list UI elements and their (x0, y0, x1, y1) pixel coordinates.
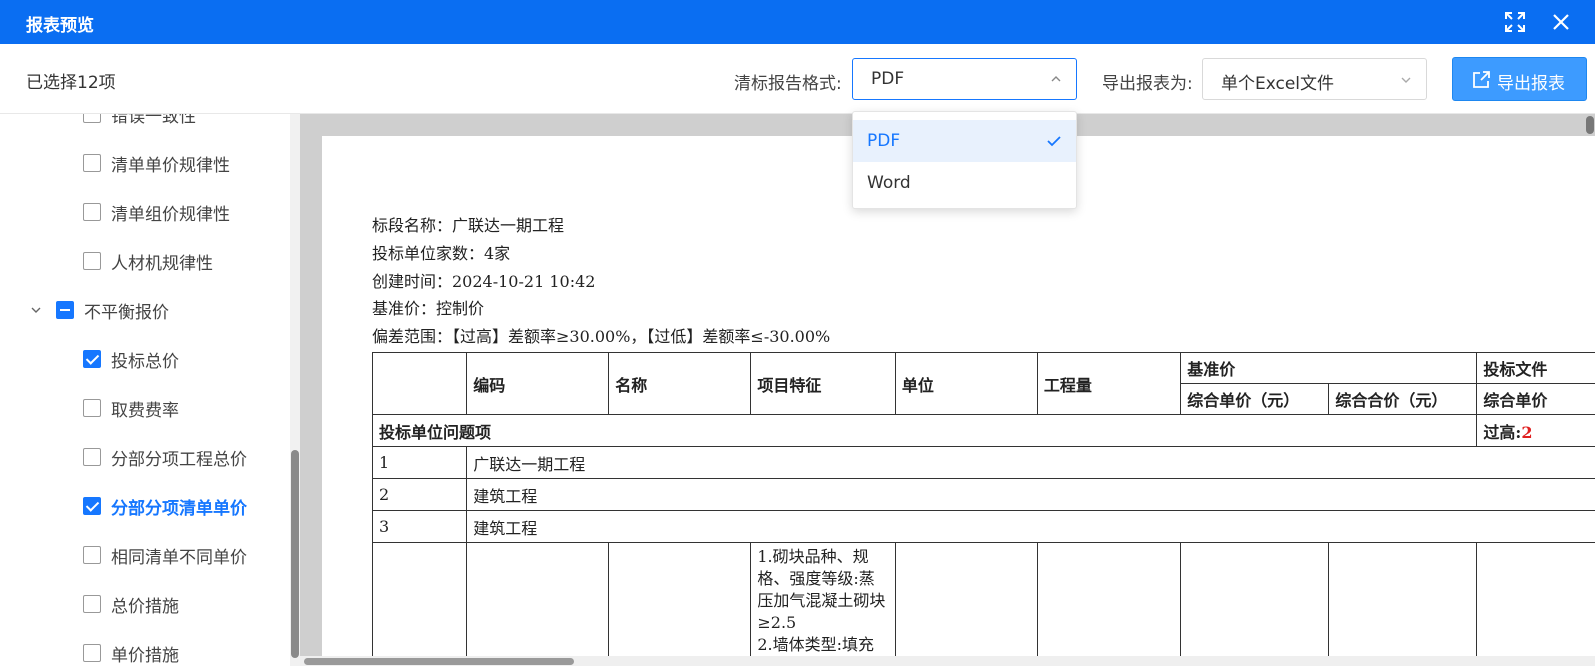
checkbox[interactable] (56, 301, 74, 319)
report-tree: 错误一致性 清单单价规律性 清单组价规律性 人材机规律性 不平衡报价 投标总价 … (0, 114, 300, 666)
fullscreen-icon[interactable] (1502, 9, 1528, 35)
meta-created-time: 创建时间：2024-10-21 10:42 (372, 272, 596, 291)
tree-item-label: 总价措施 (111, 597, 179, 617)
preview-vscrollbar-thumb[interactable] (1586, 116, 1594, 134)
tree-item-label: 相同清单不同单价 (111, 548, 247, 568)
cell (1328, 542, 1478, 663)
selected-count: 已选择12项 (26, 73, 116, 93)
cell (1180, 542, 1330, 663)
checkbox[interactable] (83, 546, 101, 564)
problem-row-label: 投标单位问题项 (371, 414, 1478, 447)
cell (1476, 542, 1595, 663)
option-label: Word (867, 173, 911, 193)
problem-row-over: 过高:2 (1476, 414, 1595, 447)
tree-item-label: 不平衡报价 (84, 303, 169, 323)
header-base-unit-price: 综合单价（元） (1180, 383, 1330, 415)
row-text: 建筑工程 (466, 510, 1595, 543)
export-type-select[interactable]: 单个Excel文件 (1202, 58, 1427, 100)
meta-bidder-count: 投标单位家数：4家 (372, 244, 511, 263)
dropdown-option-word[interactable]: Word (853, 162, 1076, 204)
format-dropdown: PDF Word (852, 111, 1077, 209)
tree-item-label: 人材机规律性 (111, 254, 213, 274)
toolbar: 已选择12项 清标报告格式: PDF 导出报表为: 单个Excel文件 导出报表 (0, 44, 1595, 114)
header-base-total-price: 综合合价（元） (1328, 383, 1478, 415)
cell (466, 542, 610, 663)
format-label: 清标报告格式: (734, 74, 842, 94)
window-title: 报表预览 (26, 16, 94, 36)
report-page: 标段名称：广联达一期工程 投标单位家数：4家 创建时间：2024-10-21 1… (322, 136, 1595, 666)
check-icon (1047, 136, 1061, 147)
row-no: 1 (371, 446, 468, 479)
meta-base-price: 基准价：控制价 (372, 299, 485, 318)
tree-item-label: 分部分项清单单价 (111, 499, 247, 519)
header-no (371, 352, 468, 415)
chevron-down-icon[interactable] (30, 304, 42, 316)
export-report-button[interactable]: 导出报表 (1452, 57, 1587, 101)
tree-item-label: 错误一致性 (111, 114, 196, 127)
header-bid-unit-price: 综合单价 (1476, 383, 1595, 415)
header-unit: 单位 (894, 352, 1038, 415)
format-select[interactable]: PDF (852, 58, 1077, 100)
meta-section-name: 标段名称：广联达一期工程 (372, 216, 565, 235)
cell (608, 542, 752, 663)
row-no: 2 (371, 478, 468, 511)
tree-item-label: 投标总价 (111, 352, 179, 372)
row-text: 建筑工程 (466, 478, 1595, 511)
table-row: 1 广联达一期工程 (371, 446, 1595, 479)
header-name: 名称 (608, 352, 752, 415)
chevron-up-icon (1051, 76, 1061, 82)
checkbox[interactable] (83, 595, 101, 613)
table-row: 3 建筑工程 (371, 510, 1595, 543)
checkbox[interactable] (83, 252, 101, 270)
meta-deviation-range: 偏差范围：【过高】差额率≥30.00%，【过低】差额率≤-30.00% (372, 327, 831, 346)
option-label: PDF (867, 131, 901, 151)
feature-cell: 1.砌块品种、规格、强度等级:蒸压加气混凝土砌块 ≥2.5 2.墙体类型:填充 (750, 542, 896, 663)
preview-hscrollbar-thumb[interactable] (304, 658, 574, 665)
format-select-value: PDF (871, 69, 905, 89)
checkbox[interactable] (83, 644, 101, 662)
cell (1036, 542, 1182, 663)
tree-item-label: 取费费率 (111, 401, 179, 421)
checkbox[interactable] (83, 350, 101, 368)
tree-item-label: 分部分项工程总价 (111, 450, 247, 470)
header-feature: 项目特征 (750, 352, 896, 415)
header-code: 编码 (466, 352, 610, 415)
over-label: 过高: (1483, 422, 1522, 442)
cell (371, 542, 468, 663)
header-bid-doc: 投标文件 (1476, 352, 1595, 384)
tree-item-label: 单价措施 (111, 646, 179, 666)
row-text: 广联达一期工程 (466, 446, 1595, 479)
external-link-icon (1473, 71, 1490, 88)
export-as-label: 导出报表为: (1102, 74, 1193, 94)
checkbox[interactable] (83, 114, 101, 123)
checkbox[interactable] (83, 448, 101, 466)
over-value: 2 (1521, 422, 1533, 442)
row-no: 3 (371, 510, 468, 543)
checkbox[interactable] (83, 203, 101, 221)
close-icon[interactable] (1548, 9, 1574, 35)
table-row: 1.砌块品种、规格、强度等级:蒸压加气混凝土砌块 ≥2.5 2.墙体类型:填充 (371, 542, 1595, 663)
title-bar: 报表预览 (0, 0, 1595, 44)
export-type-value: 单个Excel文件 (1221, 74, 1335, 94)
header-base: 基准价 (1180, 352, 1478, 384)
checkbox[interactable] (83, 497, 101, 515)
header-qty: 工程量 (1036, 352, 1182, 415)
checkbox[interactable] (83, 399, 101, 417)
dropdown-option-pdf[interactable]: PDF (853, 120, 1076, 162)
export-report-label: 导出报表 (1497, 74, 1565, 94)
checkbox[interactable] (83, 154, 101, 172)
chevron-down-icon (1401, 77, 1411, 83)
tree-item-label: 清单单价规律性 (111, 156, 230, 176)
tree-item-label: 清单组价规律性 (111, 205, 230, 225)
cell (894, 542, 1038, 663)
report-table: 编码 名称 项目特征 单位 工程量 基准价 投标文件 综合单价（元） 综合合价（… (371, 352, 1595, 663)
sidebar-scrollbar-thumb[interactable] (291, 450, 299, 658)
table-row: 2 建筑工程 (371, 478, 1595, 511)
